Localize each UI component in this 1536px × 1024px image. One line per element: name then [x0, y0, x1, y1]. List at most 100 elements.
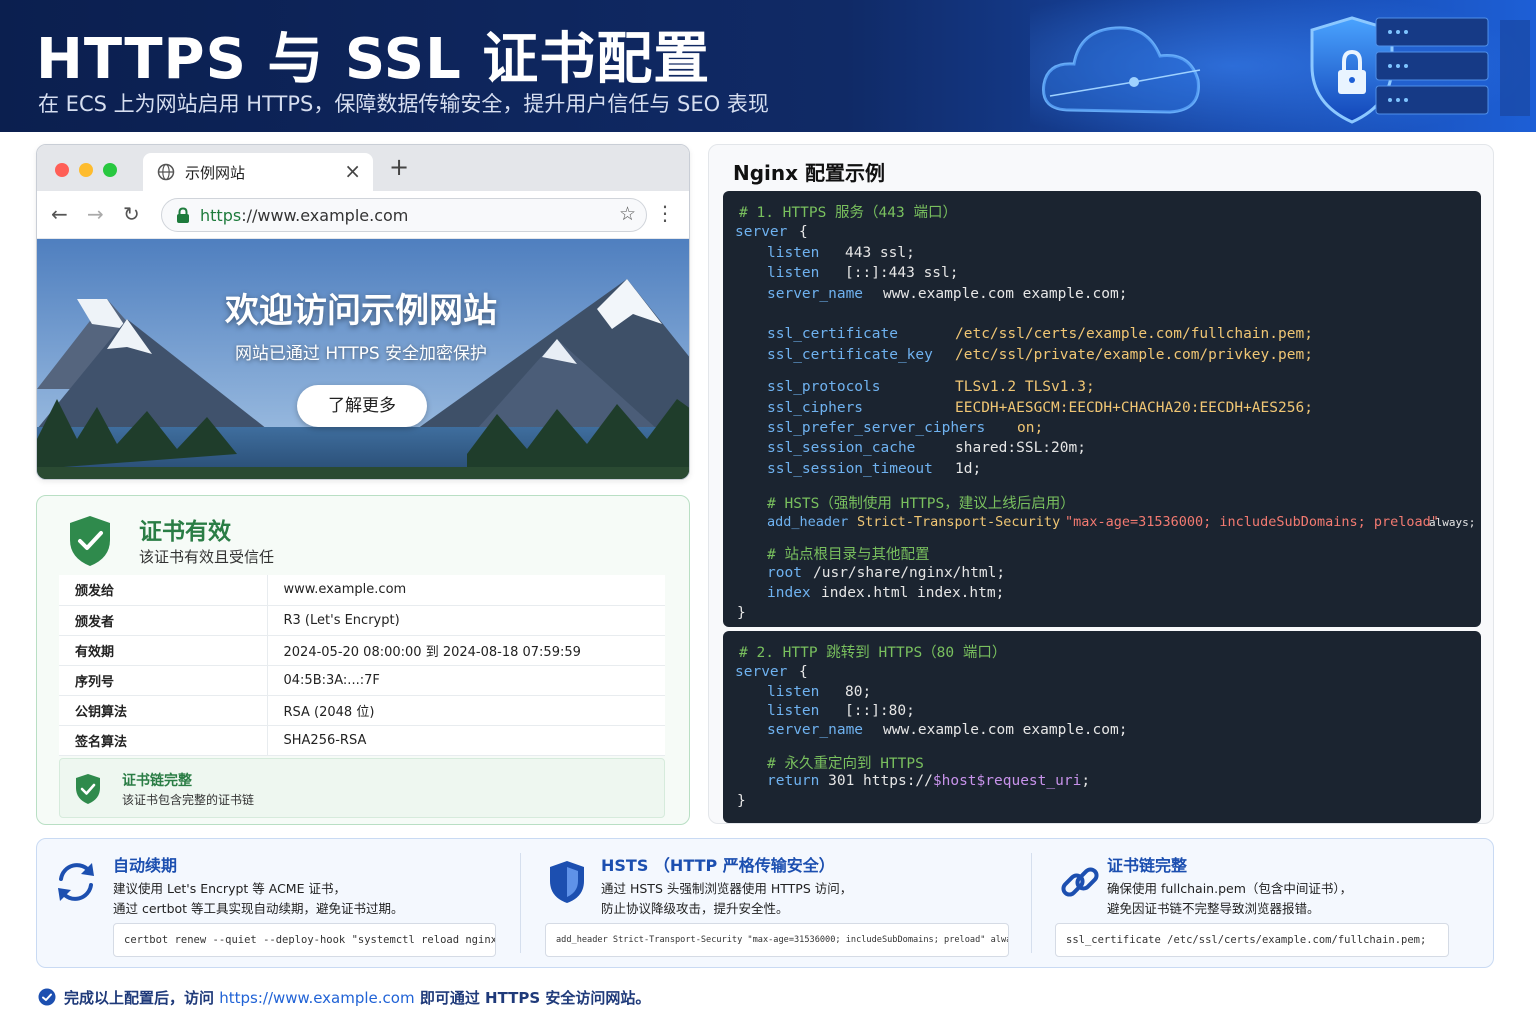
field-value: 2024-05-20 08:00:00 到 2024-08-18 07:59:5… — [267, 635, 665, 666]
code-keyword: ssl_ciphers — [767, 400, 864, 416]
tip-text: 防止协议降级攻击，提升安全性。 — [601, 901, 789, 916]
code-return-line: return 301 https://$host$request_uri; — [767, 773, 1090, 789]
code-comment: # HSTS（强制使用 HTTPS，建议上线后启用） — [767, 496, 1075, 512]
refresh-icon — [58, 863, 94, 901]
code-keyword: root — [767, 565, 802, 581]
code-keyword: add_header — [767, 514, 849, 530]
tip-title: 自动续期 — [113, 856, 178, 875]
code-value: on; — [1017, 420, 1044, 436]
field-label: 公钥算法 — [59, 695, 268, 726]
shield-check-icon — [70, 516, 110, 566]
code-value: Strict-Transport-Security — [857, 514, 1061, 530]
tip-auto-renew: 自动续期 建议使用 Let's Encrypt 等 ACME 证书， 通过 ce… — [37, 839, 519, 969]
certificate-panel: 证书有效 该证书有效且受信任 颁发给 www.example.com 颁发者 R3 … — [36, 495, 690, 825]
url-input[interactable]: https://www.example.com ☆ — [161, 198, 647, 232]
footer-link[interactable]: https://www.example.com — [219, 989, 414, 1007]
tip-title: 证书链完整 — [1107, 856, 1188, 875]
close-tab-icon[interactable]: × — [344, 159, 361, 183]
field-value: R3 (Let's Encrypt) — [267, 605, 665, 636]
code-value: /usr/share/nginx/html; — [813, 565, 1006, 581]
table-row: 颁发者 R3 (Let's Encrypt) — [59, 605, 665, 636]
certificate-chain-status: 证书链完整 该证书包含完整的证书链 — [59, 758, 665, 818]
code-value: index.html index.htm; — [821, 585, 1005, 601]
certificate-status-subtitle: 该证书有效且受信任 — [139, 548, 275, 566]
code-keyword: listen — [767, 703, 820, 719]
hero-subtitle: 网站已通过 HTTPS 安全加密保护 — [234, 344, 488, 364]
tip-text: 通过 HSTS 头强制浏览器使用 HTTPS 访问， — [601, 881, 853, 896]
hero-banner: 欢迎访问示例网站 网站已通过 HTTPS 安全加密保护 了解更多 — [37, 239, 689, 479]
field-value: www.example.com — [267, 575, 665, 606]
tip-text: 通过 certbot 等工具实现自动续期，避免证书过期。 — [113, 901, 404, 916]
code-brace: } — [737, 793, 746, 809]
tip-text: 建议使用 Let's Encrypt 等 ACME 证书， — [113, 881, 346, 896]
link-icon — [1061, 867, 1099, 897]
field-label: 签名算法 — [59, 725, 268, 756]
maximize-window-dot[interactable] — [103, 163, 117, 177]
code-value: 443 ssl; — [845, 245, 915, 261]
code-value: 301 https:// — [828, 773, 933, 789]
code-brace: { — [799, 224, 808, 240]
table-row: 序列号 04:5B:3A:...:7F — [59, 665, 665, 696]
page-title: HTTPS 与 SSL 证书配置 — [36, 27, 711, 92]
bookmark-star-icon[interactable]: ☆ — [619, 203, 636, 225]
check-circle-icon — [38, 988, 56, 1006]
code-value: always; — [1429, 516, 1476, 529]
field-value: SHA256-RSA — [267, 725, 665, 756]
learn-more-button[interactable]: 了解更多 — [297, 385, 427, 427]
code-variable: $host — [932, 773, 977, 789]
code-comment: # 站点根目录与其他配置 — [767, 547, 930, 563]
certificate-status-title: 证书有效 — [139, 519, 231, 545]
table-row: 公钥算法 RSA (2048 位) — [59, 695, 665, 726]
tip-text: 避免因证书链不完整导致浏览器报错。 — [1107, 901, 1320, 916]
back-arrow-icon[interactable]: ← — [51, 202, 68, 226]
new-tab-icon[interactable]: + — [389, 153, 409, 181]
code-value: TLSv1.2 TLSv1.3; — [955, 379, 1095, 395]
address-bar-row: ← → ↻ https://www.example.com ☆ ⋮ — [37, 191, 689, 239]
hero-title: 欢迎访问示例网站 — [225, 291, 497, 331]
reload-icon[interactable]: ↻ — [123, 202, 140, 226]
code-keyword: ssl_prefer_server_ciphers — [767, 420, 986, 436]
header-banner: HTTPS 与 SSL 证书配置 在 ECS 上为网站启用 HTTPS，保障数据… — [0, 0, 1536, 132]
forward-arrow-icon[interactable]: → — [87, 202, 104, 226]
globe-icon — [157, 163, 175, 181]
code-value: www.example.com example.com; — [883, 286, 1128, 302]
code-value: [::]:443 ssl; — [845, 265, 959, 281]
code-comment: # 2. HTTP 跳转到 HTTPS（80 端口） — [739, 645, 1007, 661]
footer-suffix: 即可通过 HTTPS 安全访问网站。 — [419, 989, 651, 1007]
code-keyword: server — [735, 664, 788, 680]
table-row: 颁发给 www.example.com — [59, 575, 665, 606]
footer-text: 完成以上配置后，访问 https://www.example.com 即可通过 … — [64, 987, 650, 1008]
close-window-dot[interactable] — [55, 163, 69, 177]
code-variable: $request_uri — [976, 773, 1082, 789]
code-value: www.example.com example.com; — [883, 722, 1128, 738]
code-keyword: ssl_certificate_key — [767, 347, 933, 363]
tip-cert-chain: 证书链完整 确保使用 fullchain.pem（包含中间证书）， 避免因证书链… — [1041, 839, 1493, 969]
code-keyword: ssl_session_cache — [767, 440, 916, 456]
chain-status-title: 证书链完整 — [122, 773, 192, 789]
shield-check-small-icon — [76, 774, 100, 804]
code-value: 80; — [845, 684, 872, 700]
code-string: "max-age=31536000; includeSubDomains; pr… — [1065, 514, 1439, 530]
nginx-config-panel: Nginx 配置示例 # 1. HTTPS 服务（443 端口） server … — [708, 144, 1494, 824]
code-keyword: ssl_protocols — [767, 379, 881, 395]
tab-title: 示例网站 — [185, 164, 246, 182]
chain-status-subtitle: 该证书包含完整的证书链 — [122, 793, 255, 807]
code-value: /etc/ssl/private/example.com/privkey.pem… — [955, 347, 1313, 363]
footer-prefix: 完成以上配置后，访问 — [64, 989, 215, 1007]
code-value: shared:SSL:20m; — [955, 440, 1086, 456]
divider — [1031, 853, 1032, 953]
code-value: ; — [1081, 773, 1091, 789]
minimize-window-dot[interactable] — [79, 163, 93, 177]
code-block-http-redirect: # 2. HTTP 跳转到 HTTPS（80 端口） server { list… — [723, 631, 1481, 823]
code-comment: # 永久重定向到 HTTPS — [767, 756, 924, 772]
browser-tab[interactable]: 示例网站 × — [143, 153, 373, 191]
browser-window: 示例网站 × + ← → ↻ https://www.example.com ☆… — [36, 144, 690, 480]
shield-icon — [550, 861, 584, 903]
certificate-details-table: 颁发给 www.example.com 颁发者 R3 (Let's Encrypt)… — [59, 575, 665, 756]
lock-icon[interactable] — [176, 207, 190, 223]
tip-code: ssl_certificate /etc/ssl/certs/example.c… — [1055, 923, 1449, 957]
tips-panel: 自动续期 建议使用 Let's Encrypt 等 ACME 证书， 通过 ce… — [36, 838, 1494, 968]
more-menu-icon[interactable]: ⋮ — [655, 201, 675, 225]
tip-hsts: HSTS （HTTP 严格传输安全） 通过 HSTS 头强制浏览器使用 HTTP… — [531, 839, 1021, 969]
code-keyword: listen — [767, 265, 820, 281]
